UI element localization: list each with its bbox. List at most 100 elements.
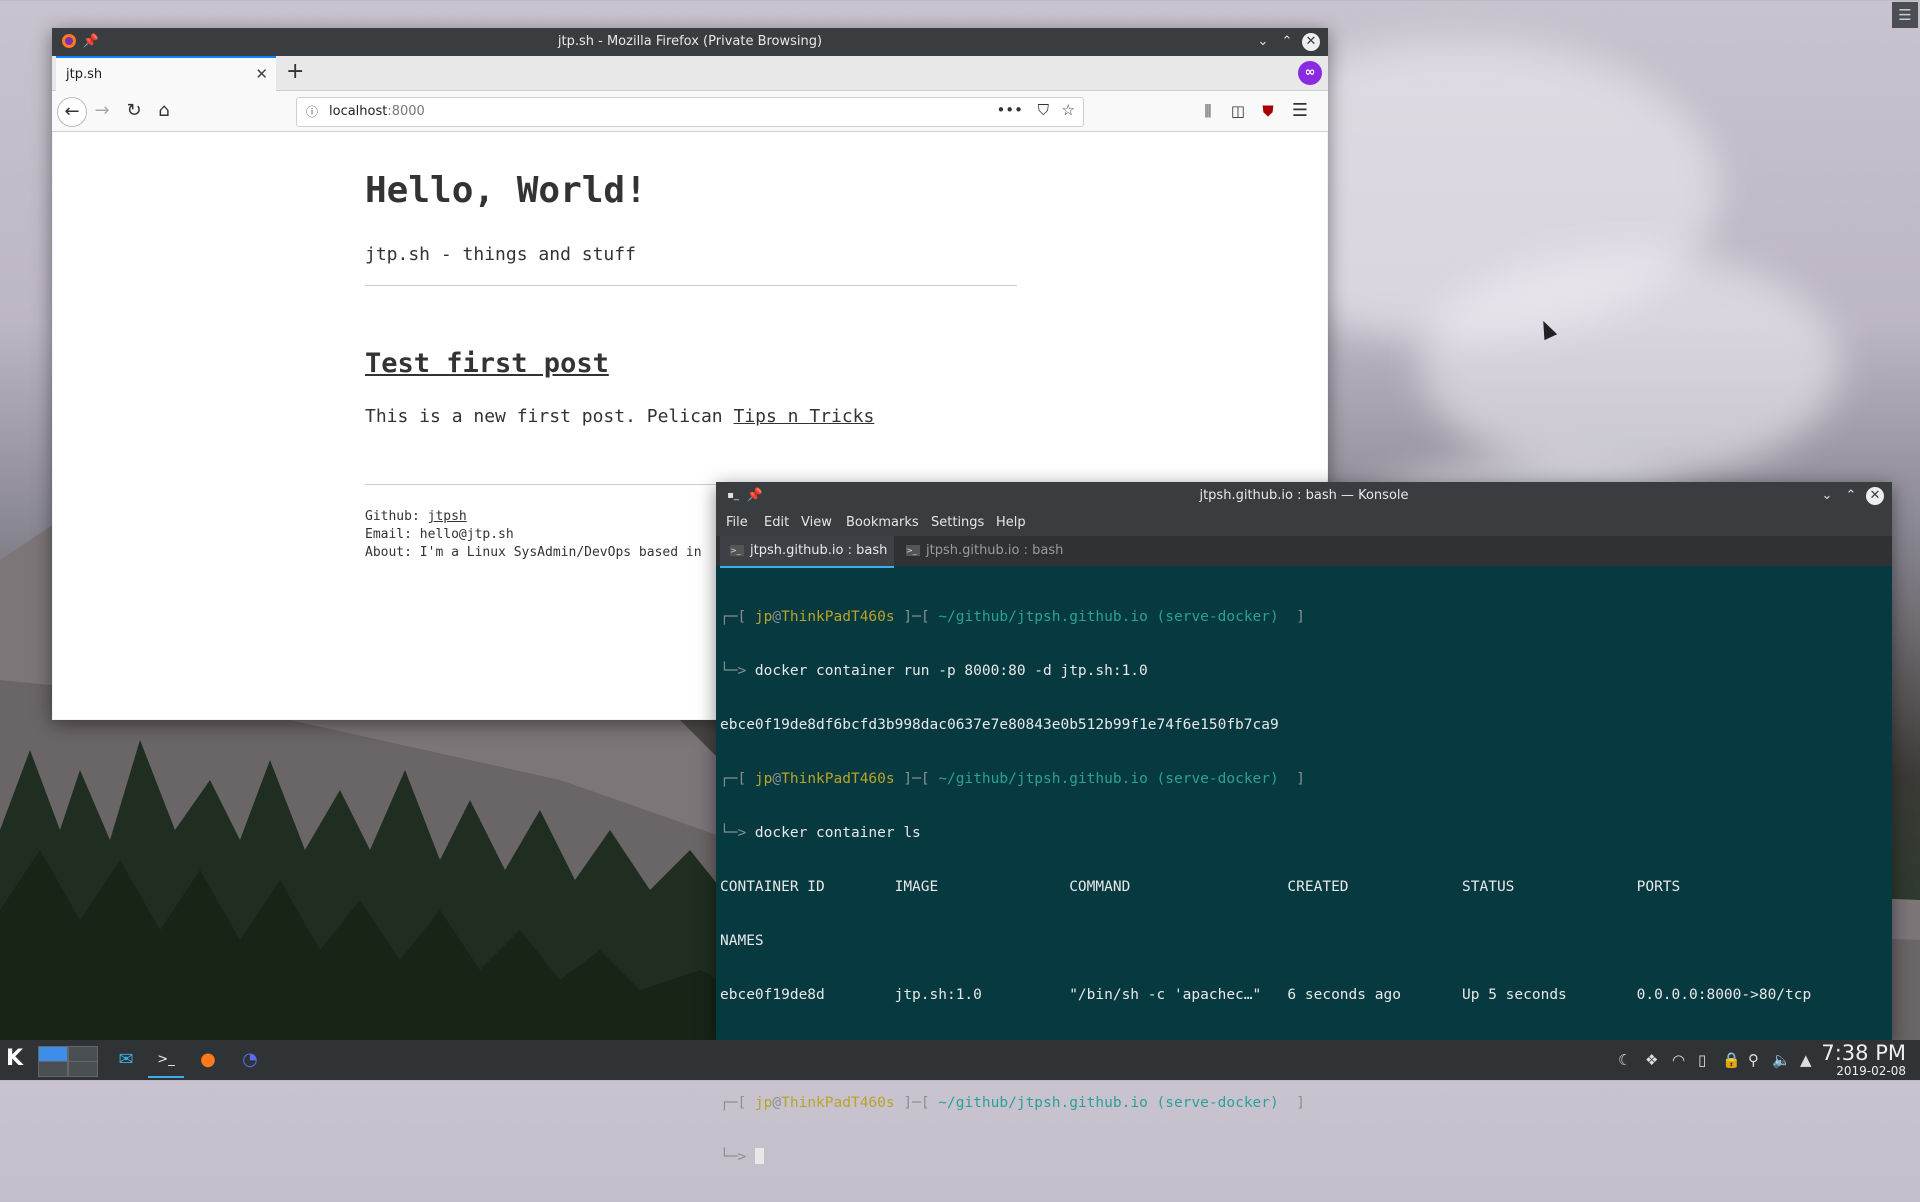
prompt-host: ThinkPadT460s	[781, 1095, 895, 1111]
close-button[interactable]: ✕	[1866, 487, 1884, 505]
window-title: jtp.sh - Mozilla Firefox (Private Browsi…	[557, 34, 823, 49]
clock-date: 2019-02-08	[1836, 1064, 1906, 1078]
url-host: localhost	[329, 104, 388, 119]
prompt-arrow: └─>	[720, 663, 755, 679]
maximize-button[interactable]: ⌃	[1842, 487, 1860, 505]
menu-bookmarks[interactable]: Bookmarks	[846, 515, 919, 530]
prompt-line: ┌─[ jp@ThinkPadT460s ]─[ ~/github/jtpsh.…	[720, 770, 1888, 788]
command-line: └─>	[720, 1148, 1888, 1166]
clock[interactable]: 7:38 PM 2019-02-08	[1821, 1042, 1906, 1078]
post-title-link[interactable]: Test first post	[365, 348, 609, 379]
minimize-button[interactable]: ⌄	[1818, 487, 1836, 505]
prompt-bracket: ┌─[	[720, 609, 755, 625]
firefox-task-icon[interactable]: ●	[190, 1044, 226, 1076]
info-icon[interactable]: ⓘ	[306, 103, 318, 120]
application-launcher-icon[interactable]: K	[6, 1046, 23, 1071]
menu-bar: File Edit View Bookmarks Settings Help	[716, 510, 1892, 536]
lock-icon[interactable]: 🔒	[1722, 1051, 1741, 1069]
terminal-tab-2[interactable]: >_ jtpsh.github.io : bash	[896, 536, 1070, 566]
library-icon[interactable]: ⫼	[1196, 99, 1220, 123]
wifi-icon[interactable]: ◠	[1672, 1051, 1685, 1069]
reload-button[interactable]: ↻	[122, 99, 146, 123]
attachment-icon[interactable]: ⚲	[1748, 1051, 1759, 1069]
tray-expand-icon[interactable]: ▲	[1800, 1051, 1812, 1069]
menu-icon[interactable]: ☰	[1288, 99, 1312, 123]
email-client-task-icon[interactable]: ✉	[108, 1044, 144, 1076]
tips-link[interactable]: Tips n Tricks	[733, 406, 874, 427]
new-tab-button[interactable]: +	[286, 59, 304, 84]
close-tab-icon[interactable]: ✕	[255, 65, 268, 83]
desktop-2[interactable]	[68, 1046, 98, 1062]
prompt-path: ~/github/jtpsh.github.io (serve-docker)	[938, 609, 1279, 625]
url-bar[interactable]: ⓘ localhost:8000 ••• ⛉ ☆	[296, 97, 1084, 127]
terminal-tab-1[interactable]: >_ jtpsh.github.io : bash	[720, 536, 894, 568]
desktop-4[interactable]	[68, 1061, 98, 1077]
output-line: ebce0f19de8d jtp.sh:1.0 "/bin/sh -c 'apa…	[720, 987, 1812, 1003]
dropbox-icon[interactable]: ❖	[1645, 1051, 1658, 1069]
tab-strip: jtp.sh ✕ + ∞	[52, 56, 1328, 92]
prompt-host: ThinkPadT460s	[781, 609, 895, 625]
sky-cloud	[1420, 250, 1840, 480]
command-text: docker container run -p 8000:80 -d jtp.s…	[754, 663, 1148, 679]
prompt-line: ┌─[ jp@ThinkPadT460s ]─[ ~/github/jtpsh.…	[720, 608, 1888, 626]
github-link[interactable]: jtpsh	[428, 509, 467, 524]
volume-icon[interactable]: 🔈	[1772, 1051, 1791, 1069]
forest-wallpaper	[0, 740, 800, 1040]
prompt-bracket: ]─[	[894, 771, 939, 787]
about-line: About: I'm a Linux SysAdmin/DevOps based…	[365, 545, 702, 560]
prompt-arrow: └─>	[720, 1149, 755, 1165]
konsole-tab-bar: >_ jtpsh.github.io : bash >_ jtpsh.githu…	[716, 536, 1892, 568]
command-text: docker container ls	[754, 825, 921, 841]
menu-edit[interactable]: Edit	[764, 515, 789, 530]
command-line: └─> docker container ls	[720, 824, 1888, 842]
tab-label: jtp.sh	[66, 67, 103, 82]
konsole-titlebar[interactable]: ▪_ 📌 jtpsh.github.io : bash — Konsole ⌄ …	[716, 482, 1892, 510]
close-button[interactable]: ✕	[1302, 33, 1320, 51]
terminal-output[interactable]: ┌─[ jp@ThinkPadT460s ]─[ ~/github/jtpsh.…	[720, 572, 1888, 1165]
desktop-1[interactable]	[38, 1046, 68, 1062]
site-tagline: jtp.sh - things and stuff	[365, 244, 636, 265]
clipboard-icon[interactable]: ▯	[1698, 1051, 1706, 1069]
prompt-arrow: └─>	[720, 825, 755, 841]
command-line: └─> docker container run -p 8000:80 -d j…	[720, 662, 1888, 680]
firefox-titlebar[interactable]: 📌 jtp.sh - Mozilla Firefox (Private Brow…	[52, 28, 1328, 56]
page-heading: Hello, World!	[365, 170, 647, 211]
clock-time: 7:38 PM	[1821, 1041, 1906, 1065]
maximize-button[interactable]: ⌃	[1278, 33, 1296, 51]
back-button[interactable]: ←	[57, 97, 87, 127]
ublock-icon[interactable]: ⛊	[1256, 99, 1280, 123]
night-color-icon[interactable]: ☾	[1618, 1051, 1631, 1069]
app-task-icon[interactable]: ◔	[232, 1044, 268, 1076]
virtual-desktop-pager[interactable]	[38, 1045, 98, 1077]
prompt-user: jp	[754, 1095, 773, 1111]
menu-view[interactable]: View	[801, 515, 832, 530]
window-title: jtpsh.github.io : bash — Konsole	[1199, 488, 1409, 503]
terminal-cursor	[754, 1148, 764, 1164]
sidebar-icon[interactable]: ◫	[1226, 99, 1250, 123]
konsole-window: ▪_ 📌 jtpsh.github.io : bash — Konsole ⌄ …	[716, 482, 1892, 1165]
output-line: CONTAINER ID IMAGE COMMAND CREATED STATU…	[720, 879, 1681, 895]
bookmark-star-icon[interactable]: ☆	[1062, 101, 1075, 119]
menu-file[interactable]: File	[726, 515, 748, 530]
terminal-tab-icon: >_	[730, 545, 744, 556]
prompt-user: jp	[754, 609, 773, 625]
desktop-3[interactable]	[38, 1061, 68, 1077]
taskbar: K ✉ >_ ● ◔ ☾ ❖ ◠ ▯ 🔒 ⚲ 🔈 ▲ 7:38 PM 2019-…	[0, 1040, 1920, 1080]
minimize-button[interactable]: ⌄	[1254, 33, 1272, 51]
menu-settings[interactable]: Settings	[931, 515, 984, 530]
prompt-bracket: ]	[1278, 1095, 1305, 1111]
pocket-icon[interactable]: ⛉	[1038, 101, 1049, 119]
desktop-toolbox-button[interactable]: ☰	[1892, 2, 1918, 28]
forward-button[interactable]: →	[90, 99, 114, 123]
terminal-tab-label: jtpsh.github.io : bash	[926, 543, 1064, 558]
menu-help[interactable]: Help	[996, 515, 1026, 530]
home-button[interactable]: ⌂	[152, 99, 176, 123]
prompt-at: @	[772, 609, 782, 625]
prompt-at: @	[772, 771, 782, 787]
github-label: Github:	[365, 509, 428, 524]
private-browsing-icon: ∞	[1298, 61, 1322, 85]
page-actions-more-icon[interactable]: •••	[996, 101, 1023, 119]
footer: Github: jtpsh Email: hello@jtp.sh About:…	[365, 508, 702, 562]
konsole-task-icon[interactable]: >_	[148, 1044, 184, 1078]
tab-jtp-sh[interactable]: jtp.sh ✕	[56, 56, 276, 92]
